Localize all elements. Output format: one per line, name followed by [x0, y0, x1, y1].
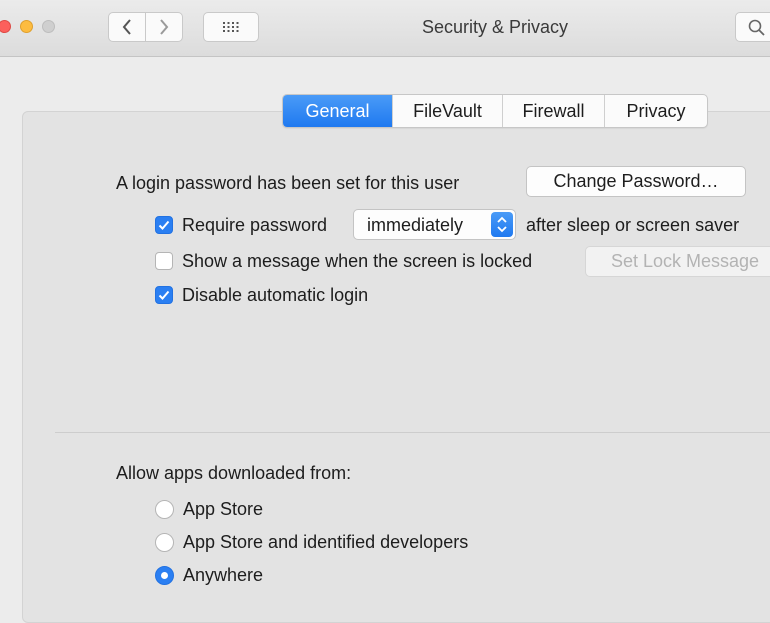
require-password-select[interactable]: immediately — [353, 209, 516, 240]
radio-app-store-identified-label: App Store and identified developers — [183, 532, 469, 552]
login-password-text: A login password has been set for this u… — [116, 173, 460, 193]
radio-anywhere-label: Anywhere — [183, 565, 264, 585]
require-password-label: Require password — [182, 215, 328, 235]
search-field[interactable] — [735, 12, 770, 42]
tab-firewall[interactable]: Firewall — [502, 95, 604, 127]
radio-app-store[interactable] — [155, 500, 174, 519]
set-lock-message-button[interactable]: Set Lock Message — [585, 246, 770, 277]
require-password-select-value: immediately — [367, 215, 464, 235]
radio-anywhere[interactable] — [155, 566, 174, 585]
title-bar: Security & Privacy — [0, 0, 770, 57]
tab-bar: General FileVault Firewall Privacy — [282, 94, 708, 128]
radio-app-store-identified[interactable] — [155, 533, 174, 552]
radio-app-store-label: App Store — [183, 499, 264, 519]
grid-icon — [223, 22, 239, 32]
require-password-checkbox[interactable] — [155, 216, 173, 234]
tab-general[interactable]: General — [283, 95, 392, 127]
updown-arrows-icon — [491, 212, 513, 237]
show-message-label: Show a message when the screen is locked — [182, 251, 533, 271]
show-all-button[interactable] — [203, 12, 259, 42]
tab-privacy[interactable]: Privacy — [604, 95, 707, 127]
tab-filevault[interactable]: FileVault — [392, 95, 502, 127]
show-message-checkbox[interactable] — [155, 252, 173, 270]
close-window-button[interactable] — [0, 20, 11, 33]
checkmark-icon — [158, 220, 170, 230]
checkmark-icon — [158, 290, 170, 300]
section-divider — [55, 432, 770, 433]
disable-auto-login-label: Disable automatic login — [182, 285, 369, 305]
forward-button[interactable] — [145, 12, 183, 42]
minimize-window-button[interactable] — [20, 20, 33, 33]
chevron-right-icon — [160, 19, 169, 35]
after-sleep-text: after sleep or screen saver — [526, 215, 740, 235]
back-button[interactable] — [108, 12, 146, 42]
window-title: Security & Privacy — [421, 17, 569, 37]
zoom-window-button[interactable] — [42, 20, 55, 33]
allow-apps-heading: Allow apps downloaded from: — [116, 463, 352, 483]
search-icon — [748, 19, 765, 36]
change-password-button[interactable]: Change Password… — [526, 166, 746, 197]
disable-auto-login-checkbox[interactable] — [155, 286, 173, 304]
chevron-left-icon — [122, 19, 131, 35]
